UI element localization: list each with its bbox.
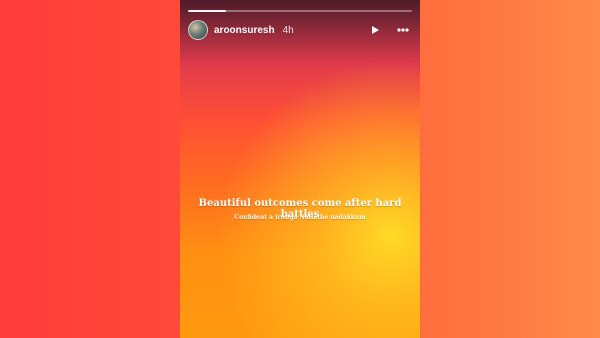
story-frame[interactable]: aroonsuresh 4h Beautiful outcomes come a… (180, 0, 420, 338)
username[interactable]: aroonsuresh (214, 25, 275, 36)
avatar[interactable] (188, 20, 208, 40)
story-viewer-page: aroonsuresh 4h Beautiful outcomes come a… (0, 0, 600, 338)
story-progress-fill (188, 10, 227, 12)
story-subline: Confident a irunga Nallathe nadakkum (234, 214, 366, 221)
story-progress-track (188, 10, 412, 12)
story-header-right (366, 21, 412, 39)
story-header-left: aroonsuresh 4h (188, 20, 294, 40)
time-ago: 4h (282, 24, 294, 36)
more-icon[interactable] (394, 21, 412, 39)
play-icon[interactable] (366, 21, 384, 39)
story-header: aroonsuresh 4h (188, 18, 412, 42)
